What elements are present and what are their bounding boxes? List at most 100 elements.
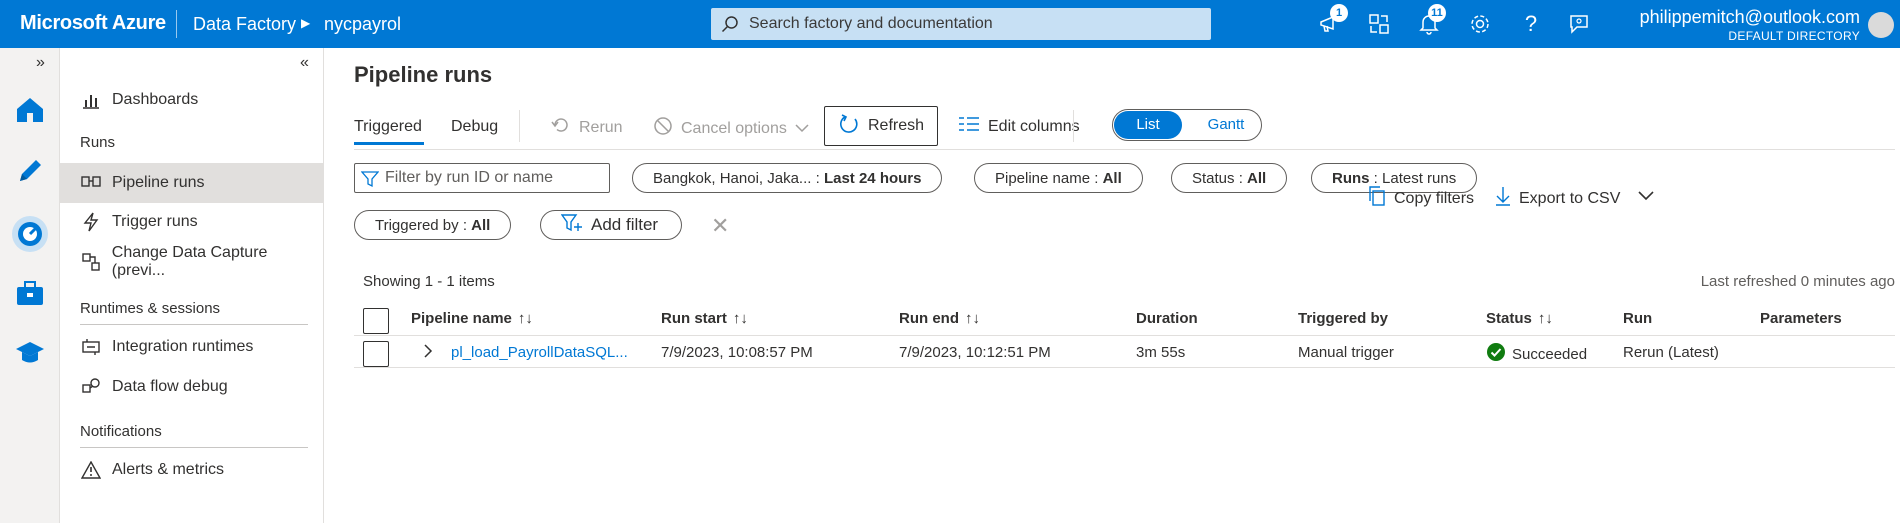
cancel-circle-icon	[653, 116, 673, 141]
left-icon-rail: »	[0, 48, 60, 523]
status-filter[interactable]: Status : All	[1171, 163, 1288, 193]
run-start-cell: 7/9/2023, 10:08:57 PM	[661, 344, 813, 361]
refresh-label: Refresh	[867, 117, 925, 134]
download-arrow-icon	[1495, 186, 1511, 211]
sort-arrows-icon: ↑↓	[732, 310, 748, 327]
nav-item-data-flow-debug[interactable]: Data flow debug	[60, 368, 323, 406]
home-icon[interactable]	[14, 94, 46, 126]
column-label: Triggered by	[1298, 310, 1389, 327]
nav-label: Dashboards	[112, 91, 199, 108]
tab-triggered[interactable]: Triggered	[354, 118, 422, 136]
clear-filters-close-icon[interactable]: ✕	[711, 213, 729, 239]
triggered-by-cell: Manual trigger	[1298, 344, 1394, 361]
nav-item-alerts-metrics[interactable]: Alerts & metrics	[60, 451, 323, 489]
search-icon	[721, 15, 739, 38]
result-count: Showing 1 - 1 items	[363, 273, 495, 290]
collapse-nav-icon[interactable]: «	[300, 54, 309, 72]
breadcrumb-factory-name[interactable]: nycpayrol	[324, 14, 401, 35]
integration-runtime-icon	[80, 336, 102, 358]
filter-run-id-input[interactable]: Filter by run ID or name	[354, 163, 610, 193]
filter-placeholder: Filter by run ID or name	[385, 169, 554, 186]
view-toggle[interactable]: List Gantt	[1112, 109, 1262, 141]
alert-warning-icon	[80, 459, 102, 481]
filter-separator: :	[1234, 169, 1248, 187]
search-input[interactable]: Search factory and documentation	[711, 8, 1211, 40]
duration-cell: 3m 55s	[1136, 344, 1186, 361]
sort-arrows-icon: ↑↓	[517, 310, 533, 327]
expand-rail-icon[interactable]: »	[36, 54, 45, 72]
column-label: Duration	[1136, 310, 1198, 327]
avatar[interactable]	[1868, 12, 1894, 38]
nav-divider	[80, 447, 308, 448]
column-header-run-end[interactable]: Run end ↑↓	[899, 310, 980, 327]
column-label: Status	[1486, 310, 1532, 327]
nav-item-trigger-runs[interactable]: Trigger runs	[60, 203, 323, 241]
breadcrumb-data-factory[interactable]: Data Factory	[193, 14, 296, 35]
filter-separator: :	[1090, 169, 1103, 187]
feedback-icon[interactable]	[1567, 12, 1591, 36]
filter-label: Triggered by	[375, 216, 459, 234]
author-pencil-icon[interactable]	[14, 155, 46, 187]
filter-value: Latest runs	[1382, 169, 1457, 187]
tab-debug[interactable]: Debug	[451, 118, 498, 136]
column-header-pipeline-name[interactable]: Pipeline name ↑↓	[411, 310, 533, 327]
view-list-option[interactable]: List	[1114, 111, 1182, 139]
column-header-triggered-by[interactable]: Triggered by	[1298, 310, 1388, 327]
nav-item-dashboards[interactable]: Dashboards	[60, 81, 323, 119]
pipeline-name-filter[interactable]: Pipeline name : All	[974, 163, 1143, 193]
triggered-by-filter[interactable]: Triggered by : All	[354, 210, 512, 240]
breadcrumb-chevron-icon: ▶	[301, 16, 311, 30]
rerun-button[interactable]: Rerun	[551, 116, 623, 139]
user-account[interactable]: philippemitch@outlook.com DEFAULT DIRECT…	[1640, 6, 1860, 44]
user-email: philippemitch@outlook.com	[1639, 7, 1860, 27]
nav-item-integration-runtimes[interactable]: Integration runtimes	[60, 328, 323, 366]
view-gantt-option[interactable]: Gantt	[1197, 111, 1255, 139]
switch-directory-icon[interactable]	[1367, 12, 1391, 36]
column-header-parameters[interactable]: Parameters	[1760, 310, 1842, 327]
rerun-icon	[551, 116, 571, 139]
run-cell: Rerun (Latest)	[1623, 344, 1719, 361]
learning-cap-icon[interactable]	[14, 337, 46, 369]
status-cell[interactable]: Succeeded	[1486, 342, 1587, 366]
column-header-run[interactable]: Run	[1623, 310, 1652, 327]
main-content: Pipeline runs Triggered Debug Rerun Canc…	[325, 48, 1900, 523]
timezone-label: Bangkok, Hanoi, Jaka...	[653, 169, 812, 187]
time-range-filter[interactable]: Bangkok, Hanoi, Jaka... : Last 24 hours	[632, 163, 943, 193]
nav-label: Integration runtimes	[112, 338, 254, 355]
column-header-status[interactable]: Status ↑↓	[1486, 310, 1553, 327]
toolbar-divider	[1073, 110, 1074, 142]
edit-columns-icon	[958, 116, 980, 137]
manage-toolbox-icon[interactable]	[14, 277, 46, 309]
success-check-icon	[1486, 342, 1506, 366]
chevron-down-icon[interactable]	[1638, 188, 1654, 206]
copy-filters-button[interactable]: Copy filters	[1368, 186, 1474, 211]
export-csv-button[interactable]: Export to CSV	[1495, 186, 1620, 211]
cancel-options-button[interactable]: Cancel options	[653, 116, 809, 141]
column-header-run-start[interactable]: Run start ↑↓	[661, 310, 748, 327]
settings-gear-icon[interactable]	[1468, 12, 1492, 36]
add-filter-button[interactable]: Add filter	[540, 210, 682, 240]
refresh-button[interactable]: Refresh	[824, 106, 938, 146]
nav-section-runtimes: Runtimes & sessions	[80, 300, 221, 317]
nav-label: Alerts & metrics	[112, 461, 225, 478]
select-all-checkbox[interactable]	[363, 308, 389, 334]
nav-label: Data flow debug	[112, 378, 228, 395]
nav-item-change-data-capture[interactable]: Change Data Capture (previ...	[60, 243, 323, 281]
filter-funnel-icon	[360, 170, 380, 193]
monitor-icon[interactable]	[12, 216, 48, 252]
copy-icon	[1368, 186, 1386, 211]
column-header-duration[interactable]: Duration	[1136, 310, 1198, 327]
filter-value: All	[1247, 169, 1267, 187]
expand-row-chevron-icon[interactable]	[423, 344, 433, 362]
add-filter-label: Add filter	[591, 215, 659, 234]
edit-columns-button[interactable]: Edit columns	[958, 116, 1080, 137]
nav-item-pipeline-runs[interactable]: Pipeline runs	[60, 163, 323, 203]
help-icon[interactable]: ?	[1519, 11, 1543, 36]
column-label: Parameters	[1760, 310, 1842, 327]
page-title: Pipeline runs	[354, 62, 493, 87]
column-label: Pipeline name	[411, 310, 512, 327]
brand-title[interactable]: Microsoft Azure	[20, 12, 166, 35]
pipeline-name-link[interactable]: pl_load_PayrollDataSQL...	[451, 344, 628, 361]
row-checkbox[interactable]	[363, 341, 389, 367]
trigger-lightning-icon	[80, 211, 102, 233]
